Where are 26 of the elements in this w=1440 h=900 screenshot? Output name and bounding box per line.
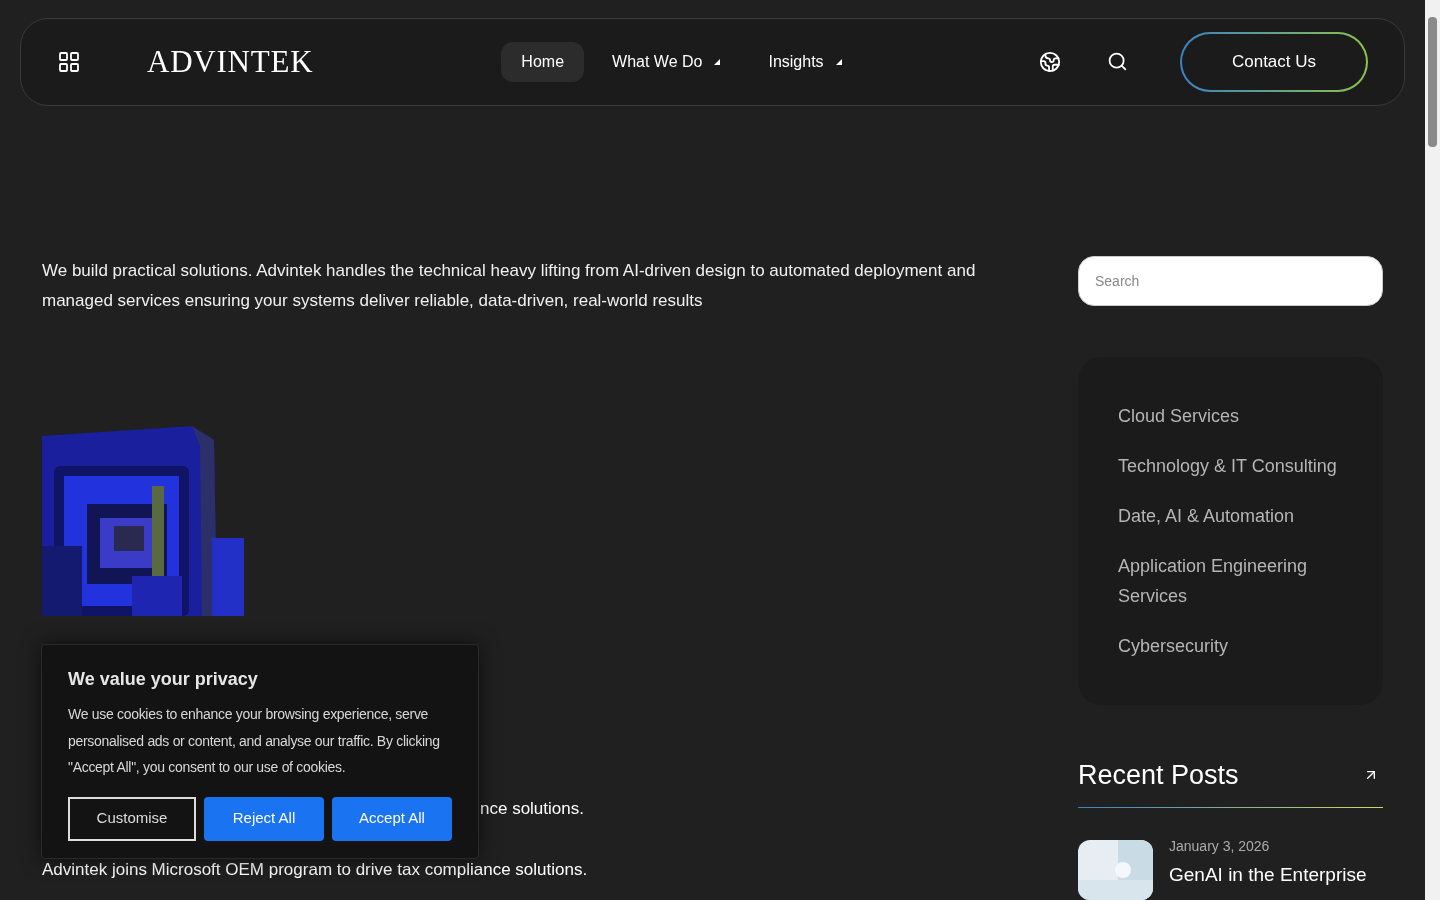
nav-link[interactable]: What We Do: [592, 41, 741, 82]
consent-button[interactable]: Customise: [68, 796, 196, 841]
nav-link[interactable]: Insights: [748, 41, 862, 82]
intro-text: We build practical solutions. Advintek handles the technical heavy lifting from AI-driven design to automated deployment and managed services ensuring your systems deliver reliable, data-driven, real-world results: [42, 259, 977, 312]
news-headline[interactable]: nce solutions.: [480, 798, 584, 818]
menu-icon[interactable]: [57, 49, 81, 74]
globe-icon[interactable]: [1039, 50, 1061, 73]
category-link[interactable]: Application Engineering Services: [1118, 550, 1359, 611]
logo[interactable]: ADVINTEK: [147, 38, 314, 85]
scrollbar[interactable]: [1425, 0, 1440, 900]
search-field[interactable]: Search: [1078, 255, 1383, 306]
banner-title: We value your privacy: [68, 668, 259, 691]
consent-button[interactable]: Reject All: [204, 796, 324, 841]
category-link[interactable]: Cloud Services: [1118, 400, 1359, 431]
search-icon[interactable]: [1107, 51, 1128, 73]
news-headline[interactable]: Advintek joins Microsoft OEM program to drive tax compliance solutions.: [42, 857, 1002, 883]
post-title[interactable]: GenAI in the Enterprise: [1169, 861, 1367, 890]
contact-button[interactable]: Contact Us: [1180, 31, 1368, 92]
banner-text: We use cookies to enhance your browsing experience, serve personalised ads or content, and analyse our traffic. By clicking "Accept All", you consent to our use of cookies.: [68, 705, 441, 777]
consent-button[interactable]: Accept All: [332, 796, 452, 841]
post-date: January 3, 2026: [1169, 837, 1271, 856]
category-link[interactable]: Date, AI & Automation: [1118, 500, 1359, 531]
category-link[interactable]: Technology & IT Consulting: [1118, 450, 1359, 481]
section-heading: Recent Posts: [1078, 758, 1239, 792]
nav-link[interactable]: Home: [501, 41, 585, 82]
category-link[interactable]: Cybersecurity: [1118, 630, 1359, 661]
